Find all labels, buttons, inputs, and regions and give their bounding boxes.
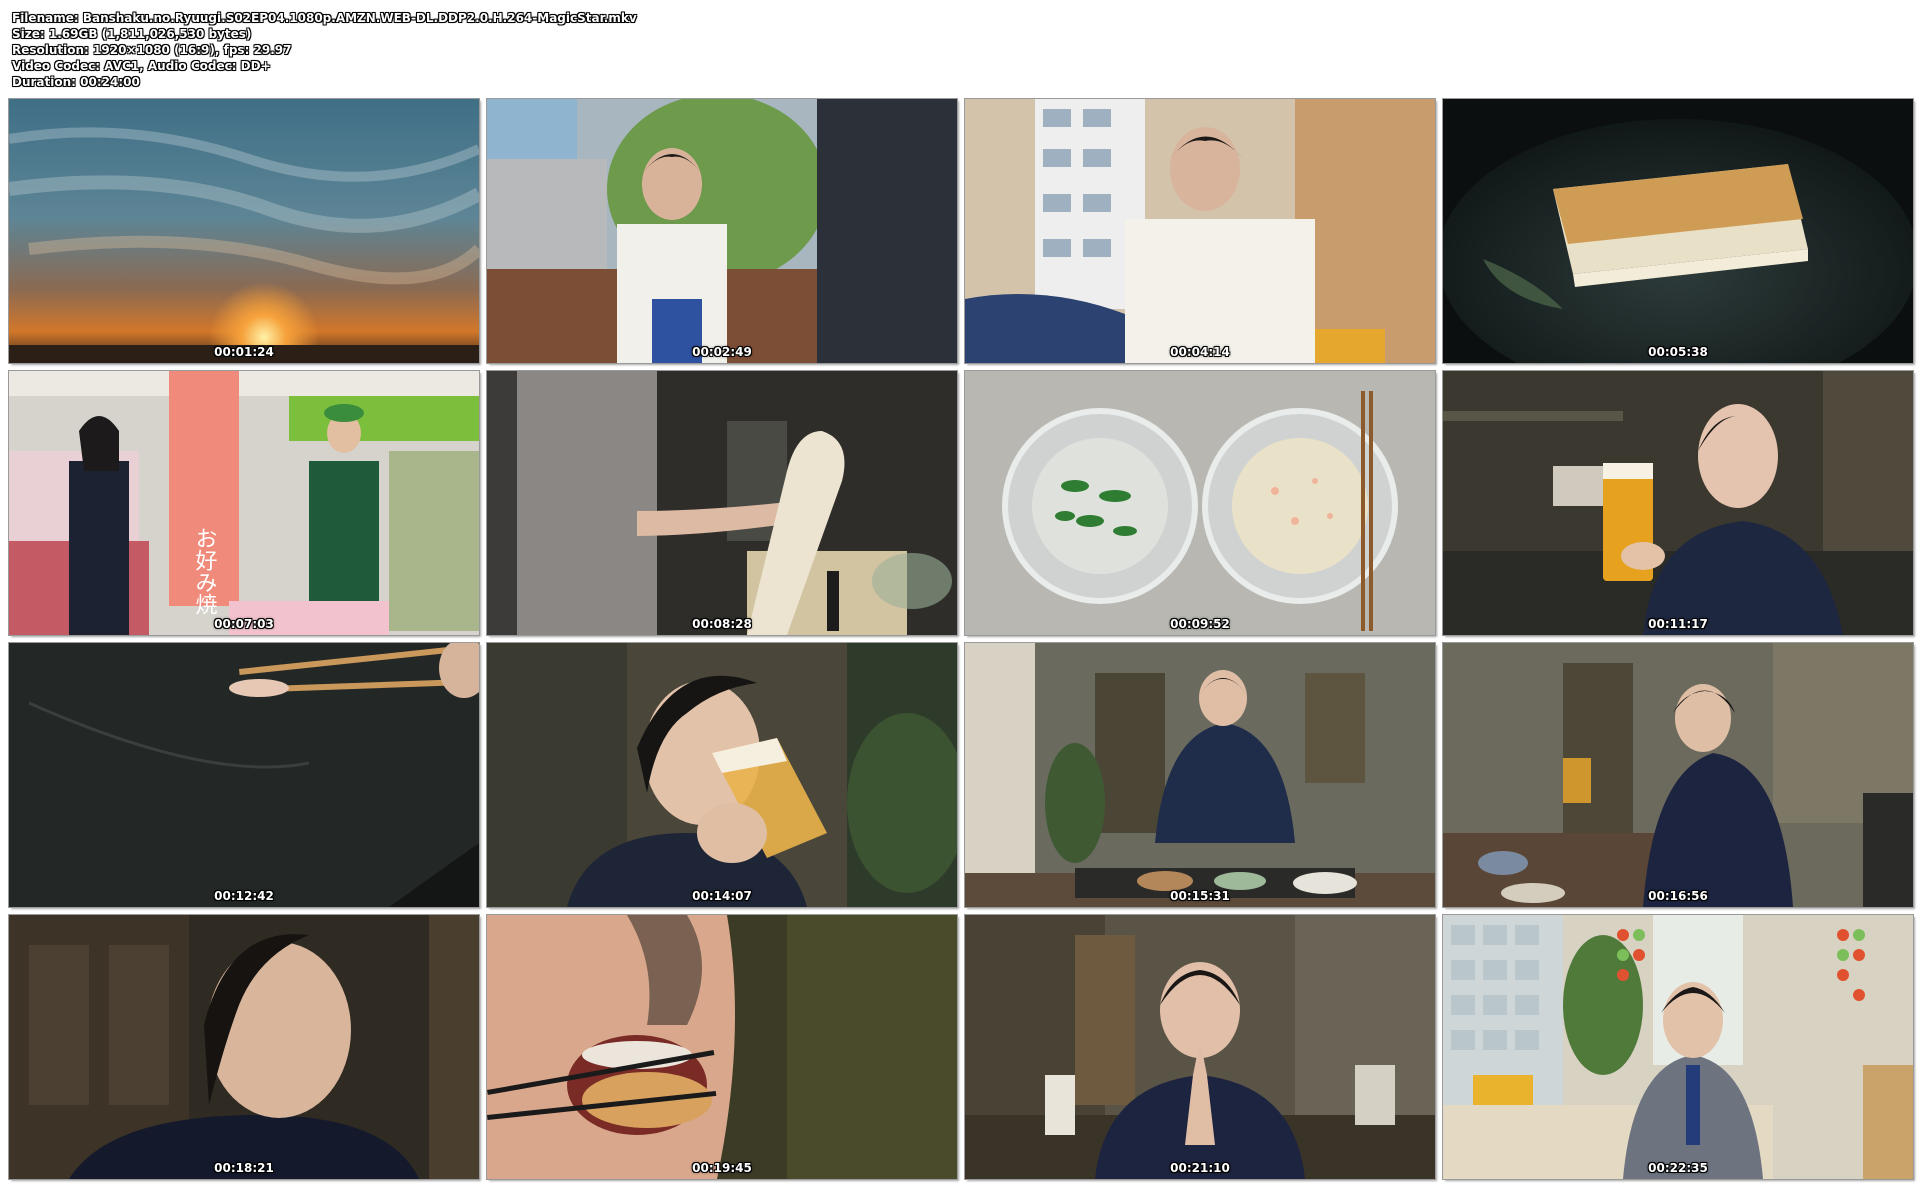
scene-daikon xyxy=(487,371,957,635)
timestamp-label: 00:12:42 xyxy=(214,889,274,903)
scene-woman-closeup xyxy=(9,915,479,1179)
timestamp-label: 00:11:17 xyxy=(1648,617,1708,631)
scene-woman-cooking xyxy=(965,643,1435,907)
codec-line: Video Codec: AVC1, Audio Codec: DD+ xyxy=(12,59,271,73)
thumbnail-grid: 00:01:24 00:02:49 00:04:14 00:05:38 お好み焼… xyxy=(9,99,1913,1179)
scene-woman-drinking xyxy=(487,643,957,907)
thumbnail-man-outdoors: 00:02:49 xyxy=(487,99,957,363)
filename-line: Filename: Banshaku.no.Ryuugi.S02EP04.108… xyxy=(12,11,637,25)
thumbnail-man-office: 00:04:14 xyxy=(965,99,1435,363)
timestamp-label: 00:21:10 xyxy=(1170,1161,1230,1175)
file-info-header: Filename: Banshaku.no.Ryuugi.S02EP04.108… xyxy=(12,10,637,90)
scene-man-office xyxy=(965,99,1435,363)
thumbnail-eating-closeup: 00:19:45 xyxy=(487,915,957,1179)
scene-man-outdoors xyxy=(487,99,957,363)
timestamp-label: 00:07:03 xyxy=(214,617,274,631)
scene-woman-table xyxy=(1443,643,1913,907)
thumbnail-woman-table: 00:16:56 xyxy=(1443,643,1913,907)
thumbnail-sunset-sky: 00:01:24 xyxy=(9,99,479,363)
thumbnail-woman-praying: 00:21:10 xyxy=(965,915,1435,1179)
scene-man-suit xyxy=(1443,915,1913,1179)
thumbnail-man-suit: 00:22:35 xyxy=(1443,915,1913,1179)
thumbnail-woman-beer: 00:11:17 xyxy=(1443,371,1913,635)
timestamp-label: 00:16:56 xyxy=(1648,889,1708,903)
thumbnail-two-bowls: 00:09:52 xyxy=(965,371,1435,635)
scene-griddle xyxy=(9,643,479,907)
thumbnail-woman-cooking: 00:15:31 xyxy=(965,643,1435,907)
resolution-line: Resolution: 1920×1080 (16:9), fps: 29.97 xyxy=(12,43,292,57)
timestamp-label: 00:14:07 xyxy=(692,889,752,903)
timestamp-label: 00:09:52 xyxy=(1170,617,1230,631)
timestamp-label: 00:05:38 xyxy=(1648,345,1708,359)
scene-sunset-sky xyxy=(9,99,479,363)
scene-woman-praying xyxy=(965,915,1435,1179)
thumbnail-mochi-pan: 00:05:38 xyxy=(1443,99,1913,363)
scene-supermarket: お好み焼 xyxy=(9,371,479,635)
scene-eating-closeup xyxy=(487,915,957,1179)
timestamp-label: 00:18:21 xyxy=(214,1161,274,1175)
scene-mochi-pan xyxy=(1443,99,1913,363)
timestamp-label: 00:15:31 xyxy=(1170,889,1230,903)
timestamp-label: 00:08:28 xyxy=(692,617,752,631)
thumbnail-woman-drinking: 00:14:07 xyxy=(487,643,957,907)
scene-woman-beer xyxy=(1443,371,1913,635)
thumbnail-woman-closeup: 00:18:21 xyxy=(9,915,479,1179)
thumbnail-supermarket: お好み焼 00:07:03 xyxy=(9,371,479,635)
thumbnail-griddle: 00:12:42 xyxy=(9,643,479,907)
size-line: Size: 1.69GB (1,811,026,530 bytes) xyxy=(12,27,252,41)
timestamp-label: 00:01:24 xyxy=(214,345,274,359)
timestamp-label: 00:04:14 xyxy=(1170,345,1230,359)
duration-line: Duration: 00:24:00 xyxy=(12,75,140,89)
timestamp-label: 00:22:35 xyxy=(1648,1161,1708,1175)
thumbnail-daikon: 00:08:28 xyxy=(487,371,957,635)
timestamp-label: 00:02:49 xyxy=(692,345,752,359)
timestamp-label: 00:19:45 xyxy=(692,1161,752,1175)
okonomiyaki-sign-text: お好み焼 xyxy=(192,527,218,615)
scene-two-bowls xyxy=(965,371,1435,635)
